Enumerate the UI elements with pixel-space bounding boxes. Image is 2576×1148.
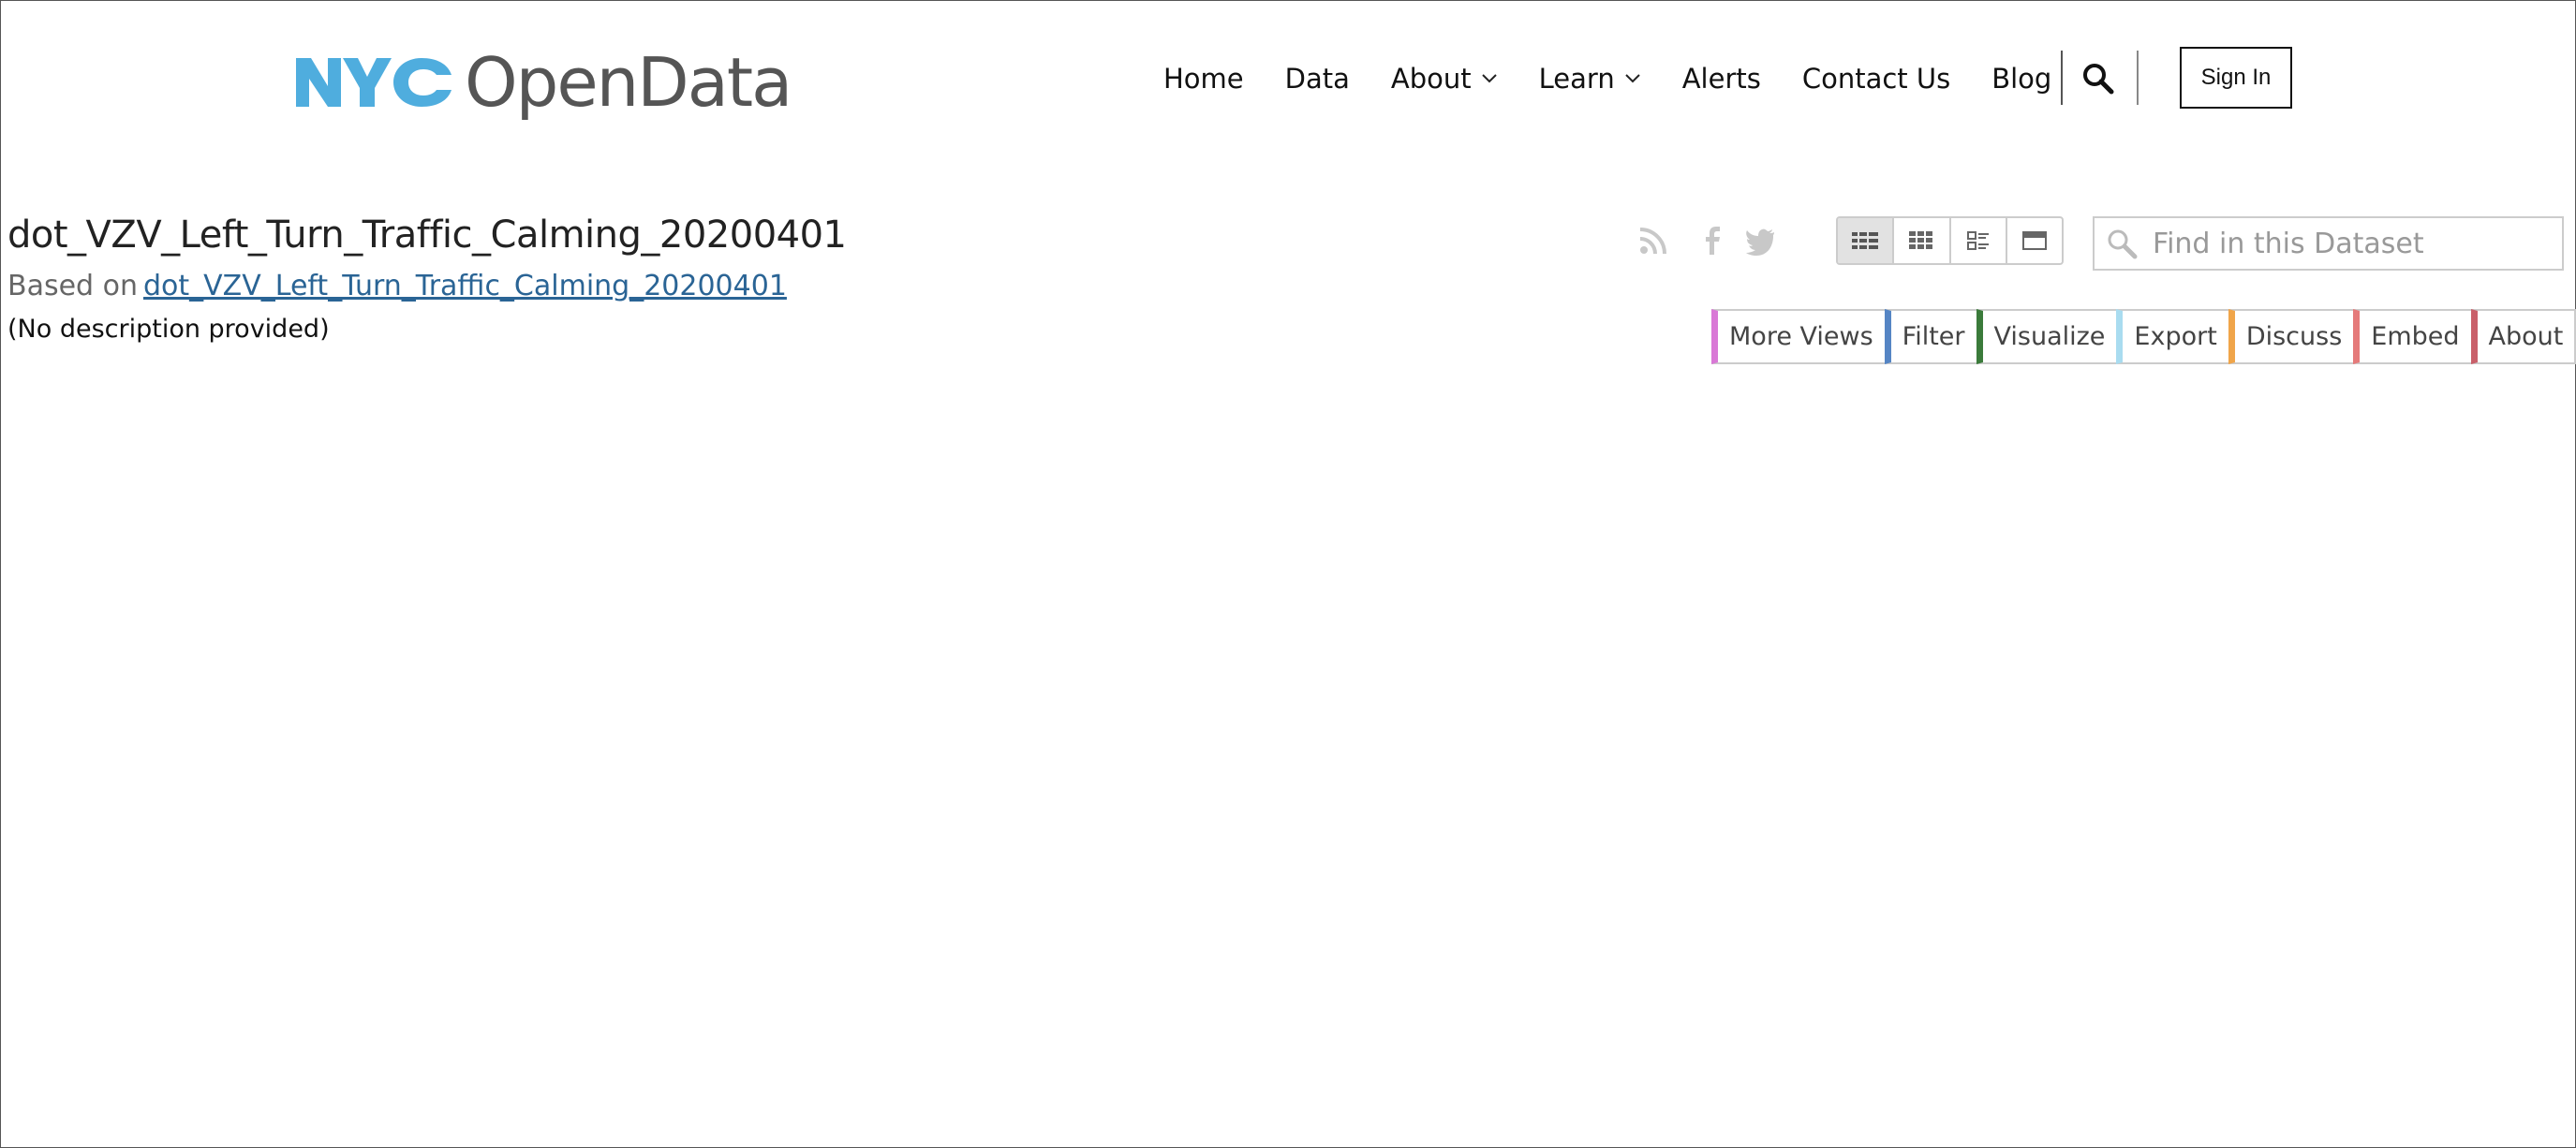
twitter-icon[interactable] <box>1744 225 1776 257</box>
browser-frame <box>0 0 2576 1148</box>
based-on-link[interactable]: dot_VZV_Left_Turn_Traffic_Calming_202004… <box>143 270 787 302</box>
list-view-icon <box>1966 231 1989 250</box>
nav-item-blog[interactable]: Blog <box>1991 63 2051 95</box>
nav-label: Alerts <box>1681 63 1761 95</box>
nav-label: Blog <box>1991 63 2052 95</box>
table-view-button[interactable] <box>1838 218 1895 263</box>
discuss-button[interactable]: Discuss <box>2228 309 2354 364</box>
main-nav: Home Data About Learn Alerts Contact Us … <box>1163 52 2091 105</box>
nyc-logo-mark <box>296 58 452 107</box>
nav-divider <box>2061 51 2063 105</box>
nav-divider <box>2137 51 2139 105</box>
nav-item-contact-us[interactable]: Contact Us <box>1802 63 1950 95</box>
visualize-button[interactable]: Visualize <box>1976 309 2117 364</box>
filter-button[interactable]: Filter <box>1884 309 1976 364</box>
embed-button[interactable]: Embed <box>2353 309 2471 364</box>
nav-item-home[interactable]: Home <box>1163 63 1244 95</box>
based-on-line: Based on dot_VZV_Left_Turn_Traffic_Calmin… <box>7 270 787 302</box>
nav-item-about[interactable]: About <box>1391 63 1498 95</box>
facebook-icon[interactable] <box>1696 225 1728 257</box>
nav-label: About <box>1390 63 1472 95</box>
dataset-title: dot_VZV_Left_Turn_Traffic_Calming_202004… <box>7 213 847 257</box>
chevron-down-icon <box>1624 74 1640 83</box>
dataset-search-box <box>2093 216 2564 271</box>
logo-wordmark: OpenData <box>465 43 792 122</box>
rss-icon[interactable] <box>1637 225 1669 257</box>
page-view-button[interactable] <box>2007 218 2062 263</box>
nav-item-learn[interactable]: Learn <box>1539 63 1641 95</box>
grid-view-button[interactable] <box>1894 218 1951 263</box>
list-view-button[interactable] <box>1951 218 2007 263</box>
chevron-down-icon <box>1481 74 1497 83</box>
export-button[interactable]: Export <box>2116 309 2228 364</box>
nav-item-alerts[interactable]: Alerts <box>1682 63 1761 95</box>
nyc-opendata-logo[interactable]: OpenData <box>296 43 792 122</box>
search-icon[interactable] <box>2081 62 2115 96</box>
sign-in-button[interactable]: Sign In <box>2180 47 2292 109</box>
page-view-icon <box>2021 231 2047 250</box>
dataset-search-input[interactable] <box>2151 226 2548 261</box>
about-button[interactable]: About <box>2470 309 2576 364</box>
nav-label: Contact Us <box>1801 63 1951 95</box>
dataset-description: (No description provided) <box>7 315 330 344</box>
grid-view-icon <box>1909 231 1933 249</box>
search-icon <box>2108 229 2138 259</box>
more-views-button[interactable]: More Views <box>1711 309 1885 364</box>
dataset-action-bar: More Views Filter Visualize Export Discu… <box>1711 309 2576 364</box>
based-on-prefix: Based on <box>7 270 138 302</box>
view-mode-switcher <box>1836 216 2064 265</box>
nav-label: Data <box>1284 63 1350 95</box>
nav-label: Home <box>1163 63 1244 95</box>
table-view-icon <box>1852 232 1879 249</box>
nav-label: Learn <box>1538 63 1615 95</box>
nav-item-data[interactable]: Data <box>1285 63 1350 95</box>
